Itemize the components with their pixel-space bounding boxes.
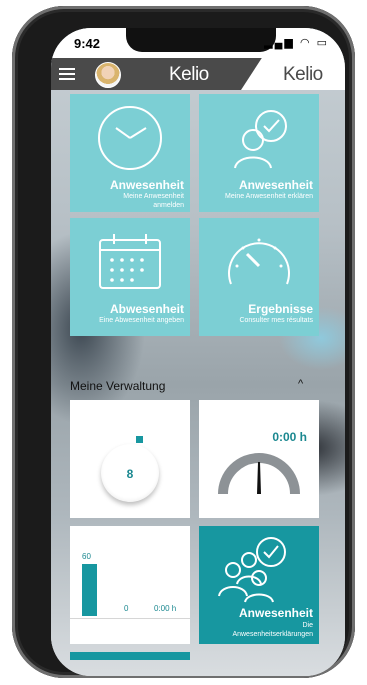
- tile-title: Ergebnisse: [248, 302, 313, 316]
- tile-subtitle: Meine Anwesenheit erklären: [225, 193, 313, 200]
- person-check-icon: [234, 110, 287, 169]
- next-tile-edge[interactable]: [70, 652, 190, 660]
- tile-anwesenheit-anmelden[interactable]: Anwesenheit Meine Anwesenheit anmelden: [70, 94, 190, 212]
- tile-title: Anwesenheit: [109, 178, 184, 192]
- tile-title: Anwesenheit: [238, 606, 313, 620]
- tile-subtitle-line2: anmelden: [153, 202, 184, 209]
- status-icons: ▂▄▆ ◠ ▭: [264, 37, 329, 49]
- counter-value: 8: [126, 467, 134, 481]
- tile-ergebnisse[interactable]: Ergebnisse Consulter mes résultats: [199, 218, 319, 336]
- menu-icon[interactable]: [59, 68, 75, 80]
- tile-subtitle: Eine Abwesenheit angeben: [99, 317, 184, 324]
- gauge-icon: [228, 238, 290, 285]
- chevron-up-icon[interactable]: ^: [298, 378, 303, 390]
- tile-anwesenheitserklaerungen[interactable]: Anwesenheit Die Anwesenheitserklärungen: [199, 526, 319, 644]
- tile-anwesenheit-erklaeren[interactable]: Anwesenheit Meine Anwesenheit erklären: [199, 94, 319, 212]
- section-title: Meine Verwaltung: [70, 379, 166, 393]
- notch: [126, 28, 276, 52]
- app-header: Kelio Kelio: [51, 58, 345, 90]
- kelio-logo: Kelio: [169, 64, 209, 85]
- kelio-logo-right: Kelio: [283, 64, 323, 85]
- tile-subtitle: Meine Anwesenheit: [123, 193, 184, 200]
- tile-subtitle-line2: Anwesenheitserklärungen: [232, 631, 313, 638]
- avatar[interactable]: [95, 62, 121, 88]
- chart-bar: [82, 564, 97, 616]
- chart-widget[interactable]: 60 0 0:00 h: [70, 526, 190, 644]
- clock-icon: [98, 106, 162, 170]
- counter-marker: [136, 436, 143, 443]
- gauge-widget[interactable]: 0:00 h: [199, 400, 319, 518]
- counter-widget[interactable]: 8: [70, 400, 190, 518]
- calendar-icon: [99, 234, 161, 289]
- tile-title: Abwesenheit: [109, 302, 184, 316]
- chart-bar-label: 60: [82, 552, 91, 561]
- tile-subtitle: Die: [302, 622, 313, 629]
- chart-hours-value: 0:00 h: [154, 604, 177, 613]
- tile-abwesenheit[interactable]: Abwesenheit Eine Abwesenheit angeben: [70, 218, 190, 336]
- gauge-value: 0:00 h: [272, 430, 307, 444]
- screen: 9:42 ▂▄▆ ◠ ▭ Kelio Kelio Anwesenheit Mei…: [51, 28, 345, 676]
- chart-zero-value: 0: [124, 604, 129, 613]
- tile-subtitle: Consulter mes résultats: [239, 317, 313, 324]
- gauge-meter-icon: [218, 453, 300, 495]
- tile-title: Anwesenheit: [238, 178, 313, 192]
- status-time: 9:42: [74, 36, 101, 51]
- divider: [70, 618, 190, 619]
- phone-frame: 9:42 ▂▄▆ ◠ ▭ Kelio Kelio Anwesenheit Mei…: [12, 6, 355, 678]
- status-bar: 9:42 ▂▄▆ ◠ ▭: [51, 28, 345, 58]
- people-check-icon: [218, 537, 286, 603]
